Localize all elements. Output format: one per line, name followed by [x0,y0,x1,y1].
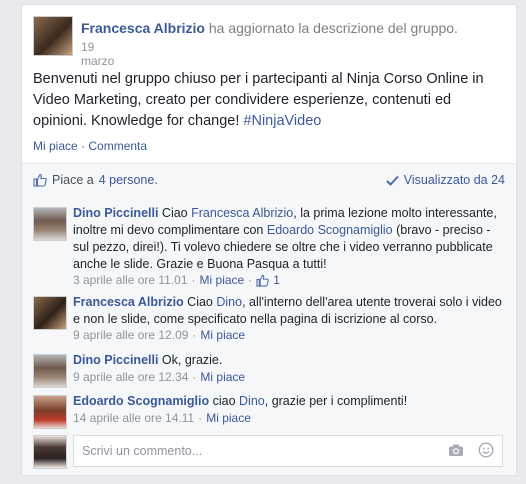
comment-meta: 9 aprile alle ore 12.09 · Mi piace [73,328,245,342]
meta-separator: · [248,273,253,287]
comment-like-link[interactable]: Mi piace [206,411,251,425]
likes-summary-bar: Piace a 4 persone. Visualizzato da 24 [22,163,516,197]
post-headline: Francesca Albrizio ha aggiornato la desc… [81,20,458,36]
like-post-link[interactable]: Mi piace [33,139,78,153]
smiley-icon[interactable] [478,442,494,458]
comment-text-part: Ok, grazie. [161,353,223,367]
thumbs-up-icon [33,173,47,187]
comment-input[interactable]: Scrivi un commento... [73,435,503,467]
commenter-name-link[interactable]: Francesca Albrizio [73,295,184,309]
comment-meta: 9 aprile alle ore 12.34 · Mi piace [73,370,245,384]
comment-text: Francesca Albrizio Ciao Dino, all'intern… [73,294,505,328]
commenter-avatar[interactable] [33,207,67,241]
comment-timestamp[interactable]: 9 aprile alle ore 12.34 [73,370,188,384]
meta-separator: · [192,328,197,342]
comment-composer: Scrivi un commento... [33,435,505,471]
seen-by-label: Visualizzato da 24 [403,173,505,187]
likes-summary: Piace a 4 persone. [33,173,158,187]
comment-meta: 14 aprile alle ore 14.11 · Mi piace [73,411,251,425]
composer-icons [448,442,494,458]
comment-like-link[interactable]: Mi piace [200,328,245,342]
likes-prefix: Piace a [52,173,94,187]
comment-item: Dino Piccinelli Ok, grazie. 9 aprile all… [33,352,505,388]
meta-separator: · [191,273,196,287]
post-body: Benvenuti nel gruppo chiuso per i partec… [33,69,507,132]
post-actions: Mi piace · Commenta [33,139,147,153]
comment-like-link[interactable]: Mi piace [200,370,245,384]
comment-timestamp[interactable]: 3 aprile alle ore 11.01 [73,273,188,287]
thumbs-up-icon [256,274,269,287]
mention-link[interactable]: Dino [216,295,242,309]
post-date[interactable]: 19 marzo [81,40,114,68]
current-user-avatar [33,435,67,469]
meta-separator: · [198,411,203,425]
comment-item: Francesca Albrizio Ciao Dino, all'intern… [33,294,505,344]
comment-meta: 3 aprile alle ore 11.01 · Mi piace · 1 [73,273,280,287]
hashtag-link[interactable]: #NinjaVideo [243,113,321,129]
likes-people-link[interactable]: 4 persone [99,173,155,187]
comment-text-part: , grazie per i complimenti! [264,394,408,408]
comment-text-part: Ciao [161,206,188,220]
comment-input-placeholder: Scrivi un commento... [82,444,203,458]
comment-text: Dino Piccinelli Ciao Francesca Albrizio,… [73,205,505,273]
comment-text-part: Ciao [187,295,213,309]
comment-timestamp[interactable]: 9 aprile alle ore 12.09 [73,328,188,342]
comment-item: Dino Piccinelli Ciao Francesca Albrizio,… [33,205,505,287]
seen-by[interactable]: Visualizzato da 24 [386,173,505,187]
comment-like-count[interactable]: 1 [273,273,280,287]
commenter-avatar[interactable] [33,354,67,388]
meta-separator: · [192,370,197,384]
checkmark-icon [386,175,399,186]
post-action-text: ha aggiornato la descrizione del gruppo. [208,20,458,36]
commenter-avatar[interactable] [33,395,67,429]
comment-item: Edoardo Scognamiglio ciao Dino, grazie p… [33,393,505,429]
mention-link[interactable]: Dino [239,394,265,408]
camera-icon[interactable] [448,443,464,457]
comments-section: Dino Piccinelli Ciao Francesca Albrizio,… [22,195,516,475]
commenter-name-link[interactable]: Edoardo Scognamiglio [73,394,209,408]
author-avatar[interactable] [33,16,73,56]
commenter-name-link[interactable]: Dino Piccinelli [73,206,158,220]
comment-post-link[interactable]: Commenta [88,139,147,153]
comment-text-part: ciao [212,394,236,408]
action-separator: · [81,139,86,153]
group-post-card: Francesca Albrizio ha aggiornato la desc… [21,4,517,476]
mention-link[interactable]: Francesca Albrizio [191,206,293,220]
post-author-link[interactable]: Francesca Albrizio [81,20,205,36]
comment-text: Edoardo Scognamiglio ciao Dino, grazie p… [73,393,505,410]
mention-link[interactable]: Edoardo Scognamiglio [267,223,393,237]
comment-text: Dino Piccinelli Ok, grazie. [73,352,505,369]
likes-suffix: . [154,173,158,187]
commenter-avatar[interactable] [33,296,67,330]
comment-timestamp[interactable]: 14 aprile alle ore 14.11 [73,411,194,425]
commenter-name-link[interactable]: Dino Piccinelli [73,353,158,367]
comment-like-link[interactable]: Mi piace [200,273,245,287]
